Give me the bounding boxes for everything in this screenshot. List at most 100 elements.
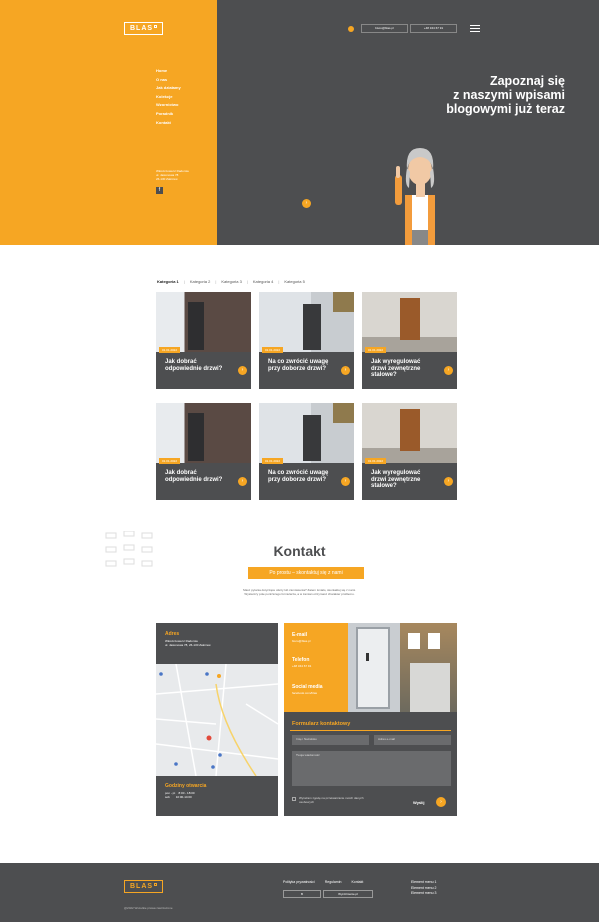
blog-card[interactable]: 01.01.2022 Na co zwrócić uwagę przy dobo… <box>259 403 354 500</box>
nav-item-home[interactable]: Home <box>156 67 181 76</box>
copyright: @2022 Wszelkie prawa zastrzeżone <box>124 906 173 910</box>
scroll-down-button[interactable]: › <box>302 199 311 208</box>
tab-category-4[interactable]: Kategoria 4 <box>253 279 273 284</box>
card-body: 01.01.2022 Na co zwrócić uwagę przy dobo… <box>259 458 354 500</box>
nav-item-guide[interactable]: Poradnik <box>156 110 181 119</box>
card-arrow-icon[interactable]: › <box>341 366 350 375</box>
card-body: 01.01.2022 Jak dobrać odpowiednie drzwi?… <box>156 347 251 389</box>
card-arrow-icon[interactable]: › <box>238 477 247 486</box>
contact-info-panel: E-mail biuro@blas.pl Telefon +48 344 67 … <box>284 623 348 712</box>
footer-menu-item[interactable]: Element menu 3 <box>411 891 437 897</box>
hours-panel: Godziny otwarcia pon - pt 8:00 - 18:00 s… <box>156 776 278 816</box>
hero-sidebar: BLAS Home O nas Jak działamy Kolekcje Wz… <box>0 0 217 245</box>
card-date: 01.01.2022 <box>262 458 284 464</box>
card-title: Jak dobrać odpowiednie drzwi? <box>165 470 223 483</box>
hero-title: Zapoznaj się z naszymi wpisami blogowymi… <box>446 74 565 116</box>
card-image <box>259 403 354 463</box>
logo[interactable]: BLAS <box>124 22 164 35</box>
category-tabs: Kategoria 1 | Kategoria 2 | Kategoria 3 | K… <box>157 279 305 284</box>
card-date: 01.01.2022 <box>365 458 387 464</box>
status-dot-icon <box>348 26 354 32</box>
hero-title-line: z naszymi wpisami <box>453 88 565 102</box>
woman-illustration <box>395 148 435 245</box>
social-title: Social media <box>292 684 323 690</box>
blog-card[interactable]: 01.01.2022 Na co zwrócić uwagę przy dobo… <box>259 292 354 389</box>
email-value[interactable]: biuro@blas.pl <box>292 639 310 643</box>
card-title: Jak wyregulować drzwi zewnętrzne stalowe… <box>371 359 421 378</box>
submit-button[interactable]: › <box>436 797 446 807</box>
card-image <box>362 292 457 352</box>
card-body: 01.01.2022 Jak dobrać odpowiednie drzwi?… <box>156 458 251 500</box>
email-field[interactable]: Adres e-mail <box>374 735 451 745</box>
door-photo <box>348 623 457 712</box>
card-body: 01.01.2022 Jak wyregulować drzwi zewnętr… <box>362 347 457 389</box>
blog-card[interactable]: 01.01.2022 Jak wyregulować drzwi zewnętr… <box>362 292 457 389</box>
footer: BLAS @2022 Wszelkie prawa zastrzeżone Po… <box>0 863 599 922</box>
tab-category-2[interactable]: Kategoria 2 <box>190 279 210 284</box>
desc-line: Wystarczy pole poniższego formularza, a … <box>244 592 355 596</box>
message-field[interactable]: Twoja wiadomość <box>292 751 451 786</box>
card-date: 01.01.2022 <box>159 458 181 464</box>
card-image <box>156 292 251 352</box>
form-title: Formularz kontaktowy <box>292 721 351 727</box>
address-line: ul. Jasionowa 78, 26-130 Zakrzew <box>165 643 211 647</box>
nav-item-collections[interactable]: Kolekcje <box>156 93 181 102</box>
card-image <box>259 292 354 352</box>
nav-item-contact[interactable]: Kontakt <box>156 119 181 128</box>
name-field[interactable]: Imię i Nazwisko <box>292 735 369 745</box>
hero-title-line: blogowymi już teraz <box>446 102 565 116</box>
email-button[interactable]: biuro@blas.pl <box>361 24 408 33</box>
social-value[interactable]: facebook.com/blas <box>292 691 317 695</box>
footer-links: Polityka prywatności Regulamin Kontakt <box>283 880 363 884</box>
blog-card[interactable]: 01.01.2022 Jak dobrać odpowiednie drzwi?… <box>156 292 251 389</box>
footer-link-terms[interactable]: Regulamin <box>325 880 342 884</box>
card-title: Jak dobrać odpowiednie drzwi? <box>165 359 223 372</box>
card-date: 01.01.2022 <box>159 347 181 353</box>
main-nav: Home O nas Jak działamy Kolekcje Wzornic… <box>156 67 181 127</box>
hero-title-line: Zapoznaj się <box>489 74 565 88</box>
blog-card[interactable]: 01.01.2022 Jak dobrać odpowiednie drzwi?… <box>156 403 251 500</box>
hamburger-icon[interactable] <box>470 25 480 32</box>
consent-checkbox[interactable] <box>292 797 296 801</box>
footer-menu: Element menu 1 Element menu 2 Element me… <box>411 880 437 897</box>
phone-value[interactable]: +48 344 67 91 <box>292 664 311 668</box>
card-arrow-icon[interactable]: › <box>444 366 453 375</box>
footer-link-privacy[interactable]: Polityka prywatności <box>283 880 315 884</box>
card-arrow-icon[interactable]: › <box>341 477 350 486</box>
card-title: Na co zwrócić uwagę przy doborze drzwi? <box>268 359 329 372</box>
card-title: Na co zwrócić uwagę przy doborze drzwi? <box>268 470 329 483</box>
contact-description: Masz pytania dotyczące oferty lub zamówi… <box>0 588 599 596</box>
nav-item-how[interactable]: Jak działamy <box>156 84 181 93</box>
footer-link-contact[interactable]: Kontakt <box>351 880 363 884</box>
footer-menu-item[interactable]: Element menu 1 <box>411 880 437 886</box>
phone-button[interactable]: +48 344 67 91 <box>410 24 457 33</box>
blog-card[interactable]: 01.01.2022 Jak wyregulować drzwi zewnętr… <box>362 403 457 500</box>
facebook-icon[interactable]: f <box>156 187 163 194</box>
tab-category-3[interactable]: Kategoria 3 <box>221 279 241 284</box>
map[interactable] <box>156 664 278 776</box>
hours-text: pon - pt 8:00 - 18:00 sob 10:00-14:00 <box>165 791 195 799</box>
card-image <box>362 403 457 463</box>
card-title: Jak wyregulować drzwi zewnętrzne stalowe… <box>371 470 421 489</box>
card-body: 01.01.2022 Jak wyregulować drzwi zewnętr… <box>362 458 457 500</box>
nav-item-design[interactable]: Wzornictwo <box>156 101 181 110</box>
address-line: 26-130 Zakrzew <box>156 177 178 181</box>
address-panel: Adres Włoszczowa k/ Radomia ul. Jasionow… <box>156 623 278 664</box>
consent-label: Wyrażam zgodę na przetwarzanie moich dan… <box>299 796 364 804</box>
footer-logo[interactable]: BLAS <box>124 880 164 893</box>
contact-cta[interactable]: Po prostu – skontaktuj się z nami <box>248 567 364 579</box>
card-arrow-icon[interactable]: › <box>238 366 247 375</box>
card-date: 01.01.2022 <box>262 347 284 353</box>
footer-badge-2[interactable]: Wyróżnienie.pl <box>323 890 373 898</box>
nav-item-about[interactable]: O nas <box>156 76 181 85</box>
tab-category-1[interactable]: Kategoria 1 <box>157 279 179 284</box>
email-title: E-mail <box>292 632 308 638</box>
hours-day: sob <box>165 795 170 799</box>
card-image <box>156 403 251 463</box>
submit-label[interactable]: Wyślij <box>413 800 425 805</box>
contact-heading: Kontakt <box>273 543 326 559</box>
hero-banner: biuro@blas.pl +48 344 67 91 Zapoznaj się… <box>217 0 599 245</box>
card-arrow-icon[interactable]: › <box>444 477 453 486</box>
footer-badge-1[interactable]: B <box>283 890 321 898</box>
tab-category-5[interactable]: Kategoria 5 <box>284 279 304 284</box>
